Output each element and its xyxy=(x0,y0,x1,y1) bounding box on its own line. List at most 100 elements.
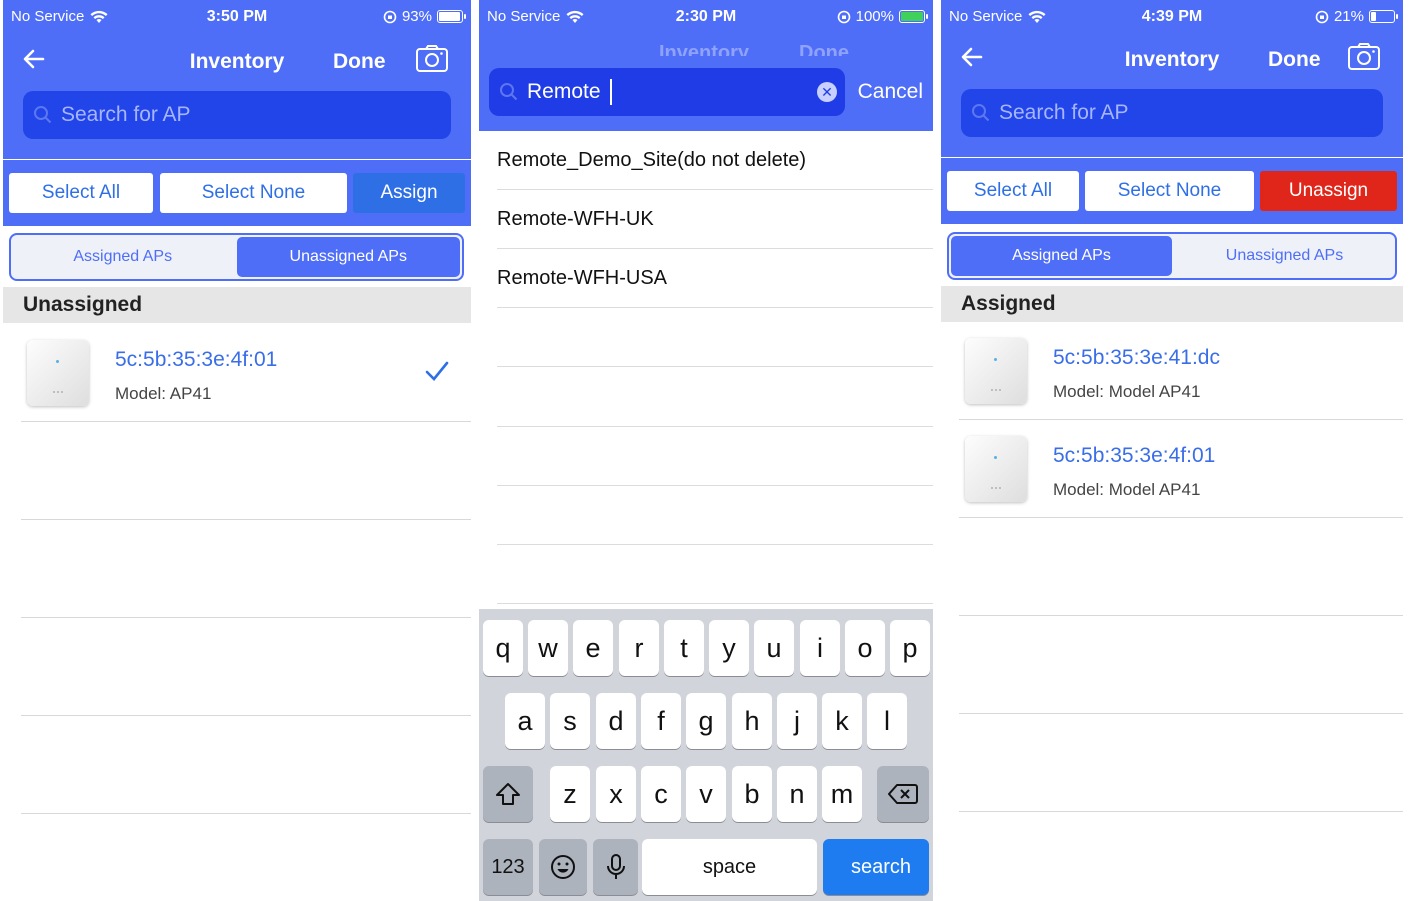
ap-model: Model: Model AP41 xyxy=(1053,382,1201,401)
empty-row xyxy=(959,616,1403,714)
list-item[interactable]: 5c:5b:35:3e:4f:01 Model: AP41 xyxy=(21,324,471,422)
tab-unassigned-aps[interactable]: Unassigned APs xyxy=(236,237,460,277)
text-caret xyxy=(609,79,612,105)
header: No Service 4:39 PM 21% Inventory Done Se… xyxy=(941,0,1403,157)
key[interactable]: l xyxy=(867,693,907,749)
search-result[interactable]: Remote_Demo_Site(do not delete) xyxy=(497,131,933,190)
ap-mac-address: 5c:5b:35:3e:4f:01 xyxy=(1053,444,1216,467)
assign-button[interactable]: Assign xyxy=(353,173,465,213)
ap-model: Model: Model AP41 xyxy=(1053,480,1201,499)
emoji-icon xyxy=(551,855,575,879)
key[interactable]: a xyxy=(505,693,545,749)
key[interactable]: d xyxy=(596,693,636,749)
key[interactable]: c xyxy=(641,766,681,822)
key[interactable]: h xyxy=(732,693,772,749)
done-button[interactable]: Done xyxy=(333,50,386,74)
unassign-button[interactable]: Unassign xyxy=(1260,171,1397,211)
key[interactable]: n xyxy=(777,766,817,822)
battery-percent: 93% xyxy=(401,8,432,25)
tab-assigned-aps[interactable]: Assigned APs xyxy=(11,235,235,279)
search-key[interactable]: search xyxy=(823,839,929,895)
space-key[interactable]: space xyxy=(642,839,817,895)
microphone-icon xyxy=(606,854,625,879)
search-input[interactable]: Remote ✕ xyxy=(489,68,845,116)
backspace-icon xyxy=(888,784,918,804)
status-bar: No Service 2:30 PM 100% xyxy=(479,0,933,32)
key[interactable]: z xyxy=(550,766,590,822)
key[interactable]: w xyxy=(528,620,568,676)
numbers-key[interactable]: 123 xyxy=(483,839,533,895)
battery-icon xyxy=(1369,10,1398,23)
battery-percent: 100% xyxy=(855,8,894,25)
search-placeholder: Search for AP xyxy=(61,103,191,126)
empty-row xyxy=(21,422,471,520)
empty-row xyxy=(497,486,933,545)
search-input[interactable]: Search for AP xyxy=(23,91,451,139)
empty-row xyxy=(497,545,933,604)
nav-bar: Inventory Done xyxy=(3,40,471,80)
status-bar: No Service 4:39 PM 21% xyxy=(941,0,1403,32)
tab-unassigned-aps[interactable]: Unassigned APs xyxy=(1174,234,1395,278)
select-all-button[interactable]: Select All xyxy=(9,173,153,213)
tab-assigned-aps[interactable]: Assigned APs xyxy=(951,236,1172,276)
empty-row xyxy=(21,716,471,814)
camera-icon[interactable] xyxy=(415,42,449,76)
empty-row xyxy=(497,308,933,367)
key[interactable]: m xyxy=(822,766,862,822)
key[interactable]: v xyxy=(686,766,726,822)
search-result[interactable]: Remote-WFH-USA xyxy=(497,249,933,308)
microphone-key[interactable] xyxy=(593,839,638,895)
list-item[interactable]: 5c:5b:35:3e:4f:01 Model: Model AP41 xyxy=(959,420,1403,518)
key[interactable]: b xyxy=(732,766,772,822)
key[interactable]: j xyxy=(777,693,817,749)
section-header: Assigned xyxy=(941,286,1403,322)
key[interactable]: p xyxy=(890,620,930,676)
select-none-button[interactable]: Select None xyxy=(1085,171,1254,211)
key[interactable]: k xyxy=(822,693,862,749)
key[interactable]: u xyxy=(754,620,794,676)
key[interactable]: e xyxy=(573,620,613,676)
key[interactable]: r xyxy=(619,620,659,676)
access-point-image xyxy=(965,338,1027,404)
search-input[interactable]: Search for AP xyxy=(961,89,1383,137)
orientation-lock-icon xyxy=(1315,10,1329,23)
camera-icon[interactable] xyxy=(1347,40,1381,74)
clear-icon[interactable]: ✕ xyxy=(817,82,837,102)
key[interactable]: y xyxy=(709,620,749,676)
shift-key[interactable] xyxy=(483,766,533,822)
background-nav: Inventory Done xyxy=(479,38,933,58)
key[interactable]: q xyxy=(483,620,523,676)
key[interactable]: o xyxy=(845,620,885,676)
section-header: Unassigned xyxy=(3,287,471,323)
empty-row xyxy=(21,520,471,618)
key[interactable]: t xyxy=(664,620,704,676)
search-icon xyxy=(500,83,518,101)
backspace-key[interactable] xyxy=(877,766,929,822)
search-icon xyxy=(972,104,990,122)
cancel-button[interactable]: Cancel xyxy=(858,80,923,104)
header: No Service 2:30 PM 100% Inventory Done R… xyxy=(479,0,933,131)
ap-tab-switch: Assigned APs Unassigned APs xyxy=(9,233,464,281)
search-result[interactable]: Remote-WFH-UK xyxy=(497,190,933,249)
checkmark-icon xyxy=(425,361,449,381)
search-icon xyxy=(34,106,52,124)
select-all-button[interactable]: Select All xyxy=(947,171,1079,211)
select-none-button[interactable]: Select None xyxy=(160,173,347,213)
done-button[interactable]: Done xyxy=(1268,48,1321,72)
empty-row xyxy=(959,518,1403,616)
empty-row xyxy=(497,368,933,427)
access-point-image xyxy=(27,340,89,406)
orientation-lock-icon xyxy=(837,10,850,23)
key[interactable]: f xyxy=(641,693,681,749)
header: No Service 3:50 PM 93% Inventory Done Se… xyxy=(3,0,471,159)
phone-screen-assigned: No Service 4:39 PM 21% Inventory Done Se… xyxy=(941,0,1403,901)
key[interactable]: g xyxy=(686,693,726,749)
status-bar: No Service 3:50 PM 93% xyxy=(3,0,471,32)
emoji-key[interactable] xyxy=(539,839,587,895)
battery-icon xyxy=(437,10,466,23)
key[interactable]: x xyxy=(596,766,636,822)
list-item[interactable]: 5c:5b:35:3e:41:dc Model: Model AP41 xyxy=(959,322,1403,420)
empty-row xyxy=(959,714,1403,812)
key[interactable]: s xyxy=(550,693,590,749)
key[interactable]: i xyxy=(800,620,840,676)
